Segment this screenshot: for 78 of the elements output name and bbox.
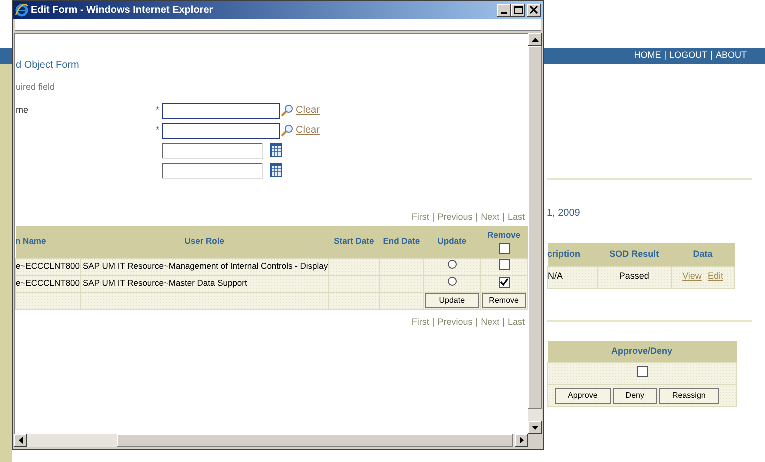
window-title: Edit Form - Windows Internet Explorer xyxy=(31,4,214,18)
minimize-icon xyxy=(501,12,507,14)
column-header: End Date xyxy=(383,236,420,246)
nav-separator: | xyxy=(664,49,667,62)
table-cell: e~ECCCLNT800 xyxy=(16,275,81,292)
radio-button[interactable] xyxy=(448,277,457,286)
nav-separator: | xyxy=(710,49,713,62)
data-link[interactable]: View xyxy=(682,270,702,284)
table-action-button[interactable]: Update xyxy=(425,293,480,308)
pager-separator: | xyxy=(502,316,505,329)
header-bar xyxy=(0,48,12,64)
date-text: 1, 2009 xyxy=(547,208,580,219)
table-cell: N/A xyxy=(548,266,598,288)
close-button[interactable] xyxy=(527,4,541,16)
checkbox[interactable] xyxy=(498,259,510,270)
down-arrow-icon[interactable] xyxy=(532,426,538,430)
action-button[interactable]: Reassign xyxy=(659,388,719,404)
nav-link[interactable]: LOGOUT xyxy=(670,49,708,63)
form-title: d Object Form xyxy=(15,59,80,73)
browser-icon xyxy=(15,3,29,17)
column-header: User Role xyxy=(184,236,224,246)
radio-button[interactable] xyxy=(448,260,457,270)
action-button[interactable]: Deny xyxy=(612,388,658,404)
nav-link[interactable]: HOME xyxy=(634,49,662,63)
table-cell: e~ECCCLNT800 xyxy=(16,258,81,275)
clear-link[interactable]: Clear xyxy=(296,123,320,138)
search-icon[interactable] xyxy=(280,104,294,118)
pager-separator: | xyxy=(476,316,478,329)
maximize-icon xyxy=(514,6,522,14)
checkbox[interactable] xyxy=(636,366,648,377)
data-link[interactable]: Edit xyxy=(708,270,724,284)
date-field[interactable] xyxy=(162,142,263,158)
checkbox[interactable] xyxy=(498,276,510,288)
table-cell: SAP UM IT Resource~Master Data Support xyxy=(80,275,329,292)
search-icon[interactable] xyxy=(280,124,294,138)
field-label: me xyxy=(16,104,29,115)
pager-link[interactable]: Previous xyxy=(438,316,473,329)
maximize-button[interactable] xyxy=(511,4,525,16)
pager-separator: | xyxy=(476,210,478,224)
up-arrow-icon[interactable] xyxy=(532,38,538,42)
required-mark: * xyxy=(156,124,160,135)
pager-link[interactable]: Last xyxy=(508,316,525,329)
horizontal-scrollbar[interactable] xyxy=(14,434,528,447)
minimize-button[interactable] xyxy=(497,4,511,16)
required-note: uired field xyxy=(15,81,56,94)
calendar-icon[interactable] xyxy=(270,143,283,158)
pager-link[interactable]: Next xyxy=(481,316,500,329)
column-header: SOD Result xyxy=(597,243,672,266)
column-header: Update xyxy=(438,236,467,246)
date-field[interactable] xyxy=(162,162,263,178)
nav-link[interactable]: ABOUT xyxy=(716,49,747,63)
pager-link[interactable]: First xyxy=(412,316,430,329)
pager-link[interactable]: First xyxy=(412,210,430,224)
pager-separator: | xyxy=(432,210,435,224)
right-arrow-icon[interactable] xyxy=(520,437,524,444)
pager-link[interactable]: Last xyxy=(508,210,525,224)
table-cell: Passed xyxy=(597,266,672,288)
close-icon xyxy=(530,6,538,14)
left-arrow-icon[interactable] xyxy=(18,437,22,444)
column-header: Approve/Deny xyxy=(548,340,736,362)
pager-link[interactable]: Next xyxy=(481,210,500,224)
checkbox[interactable] xyxy=(498,243,510,254)
clear-link[interactable]: Clear xyxy=(296,103,320,118)
input-field[interactable] xyxy=(162,122,280,138)
action-button[interactable]: Approve xyxy=(555,388,611,404)
pager-separator: | xyxy=(502,210,505,224)
column-header: Data xyxy=(672,243,734,266)
pager-separator: | xyxy=(432,316,435,329)
vertical-scrollbar[interactable] xyxy=(528,33,542,434)
column-header: Start Date xyxy=(334,236,374,246)
column-header: Remove xyxy=(488,229,521,242)
table-action-button[interactable]: Remove xyxy=(482,293,526,308)
table-cell: SAP UM IT Resource~Management of Internal Controls - Display xyxy=(80,258,329,275)
column-header: n Name xyxy=(16,236,46,246)
pager-link[interactable]: Previous xyxy=(438,210,473,224)
required-mark: * xyxy=(156,104,160,115)
input-field[interactable] xyxy=(162,102,280,118)
calendar-icon[interactable] xyxy=(270,163,283,178)
